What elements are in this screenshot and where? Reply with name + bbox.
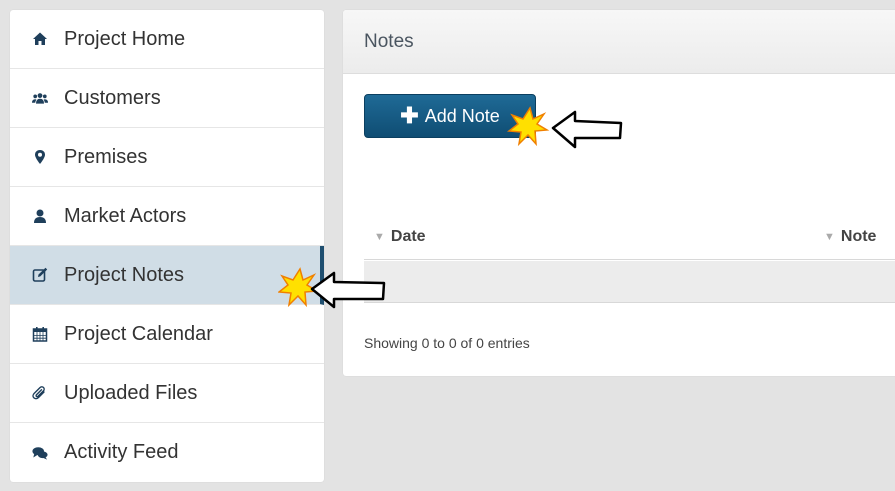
filter-icon: ▼ [374,231,385,243]
table-empty-row [364,261,895,303]
column-header-date[interactable]: ▼ Date [374,228,426,246]
sidebar-item-label: Activity Feed [64,441,179,463]
panel-title: Notes [364,30,414,52]
home-icon [30,29,50,49]
plus-icon: ✚ [400,103,419,128]
users-icon [30,88,50,108]
sidebar-item-uploaded-files[interactable]: Uploaded Files [10,364,324,423]
sidebar-item-label: Project Notes [64,263,185,286]
sidebar-item-premises[interactable]: Premises [10,128,324,187]
panel-header: Notes [343,10,895,74]
notes-panel: Notes ✚ Add Note ▼ Date ▼ Note Showing 0… [343,10,895,376]
add-note-label: Add Note [424,105,500,126]
column-header-note[interactable]: ▼ Note [824,228,876,246]
sidebar-item-label: Project Calendar [64,322,213,345]
sidebar-item-project-home[interactable]: Project Home [10,10,324,69]
calendar-icon [30,324,50,344]
sidebar-item-project-calendar[interactable]: Project Calendar [10,305,324,364]
sidebar-item-market-actors[interactable]: Market Actors [10,187,324,246]
notes-table-header: ▼ Date ▼ Note [364,222,895,260]
comments-icon [30,443,50,463]
annotation-arrow-icon [278,267,386,309]
column-label: Date [390,228,426,245]
entries-info: Showing 0 to 0 of 0 entries [364,335,530,351]
paperclip-icon [30,383,50,403]
sidebar-item-label: Market Actors [64,204,187,227]
sidebar-item-activity-feed[interactable]: Activity Feed [10,423,324,482]
sidebar-item-label: Uploaded Files [64,381,198,404]
map-marker-icon [30,147,50,167]
filter-icon: ▼ [824,231,835,243]
sidebar-item-label: Project Home [64,27,186,50]
sidebar-item-label: Premises [64,145,148,168]
annotation-arrow-icon [507,106,623,149]
column-label: Note [840,228,877,245]
sidebar-item-customers[interactable]: Customers [10,69,324,128]
sidebar-item-project-notes[interactable]: Project Notes [10,246,324,305]
sidebar-item-label: Customers [64,86,161,109]
sidebar: Project Home Customers Premises Market A… [10,10,324,482]
user-icon [30,206,50,226]
edit-icon [30,265,50,285]
